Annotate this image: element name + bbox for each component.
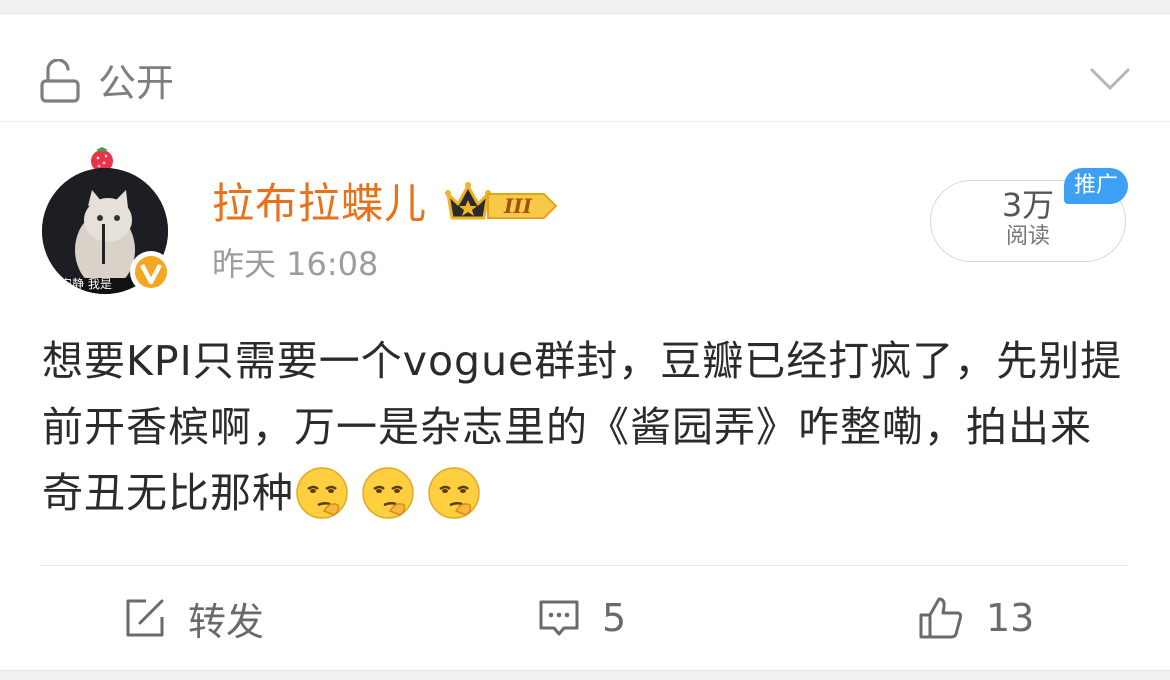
smirk-emoji-icon	[428, 467, 480, 519]
post-time: 昨天 16:08	[212, 245, 379, 283]
comment-count: 5	[602, 596, 627, 640]
verified-badge-icon	[130, 251, 172, 293]
chevron-down-icon[interactable]	[1090, 66, 1130, 92]
author-avatar[interactable]: 安静 我是	[40, 143, 175, 303]
comment-icon	[539, 600, 579, 636]
avatar-caption: 安静 我是	[60, 277, 112, 291]
like-button[interactable]: 13	[918, 590, 1034, 646]
repost-label: 转发	[188, 599, 265, 644]
bottom-separator	[0, 670, 1170, 680]
visibility-label: 公开	[98, 61, 175, 105]
comment-button[interactable]: 5	[538, 590, 626, 646]
like-count: 13	[986, 596, 1035, 640]
unlock-icon	[40, 59, 80, 103]
thumbs-up-icon	[919, 597, 963, 639]
top-separator	[0, 0, 1170, 14]
post-text: 想要KPI只需要一个vogue群封，豆瓣已经打疯了，先别提前开香槟啊，万一是杂志…	[42, 337, 1123, 517]
read-label: 阅读	[1005, 224, 1050, 249]
author-name[interactable]: 拉布拉蝶儿	[212, 178, 427, 230]
post-content: 想要KPI只需要一个vogue群封，豆瓣已经打疯了，先别提前开香槟啊，万一是杂志…	[42, 328, 1132, 526]
smirk-emoji-icon	[362, 467, 414, 519]
smirk-emoji-icon	[296, 467, 348, 519]
actions-divider	[40, 565, 1128, 566]
repost-button[interactable]: 转发	[124, 590, 264, 646]
repost-icon	[126, 599, 164, 637]
vip-level-text: III	[503, 194, 533, 218]
vip-level-badge-icon[interactable]: III	[444, 180, 560, 226]
visibility-bar[interactable]: 公开	[0, 14, 1170, 122]
promote-badge[interactable]: 推广	[1064, 168, 1128, 204]
